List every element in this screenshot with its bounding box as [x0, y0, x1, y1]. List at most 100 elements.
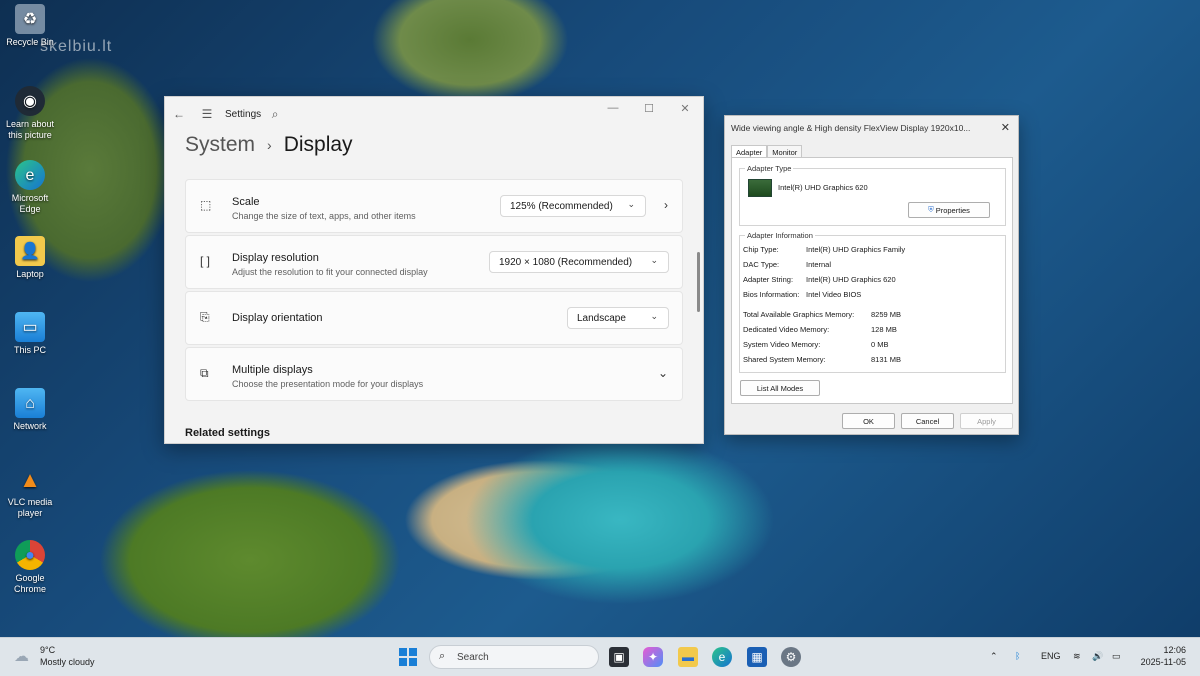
maximize-button[interactable]: ☐ — [631, 97, 667, 119]
vlc-cone-icon: ▲ — [19, 466, 41, 492]
cloud-icon[interactable]: ☁ — [14, 647, 34, 665]
info-label: Bios Information: — [743, 290, 800, 299]
volume-icon[interactable]: 🔊 — [1092, 651, 1103, 662]
desktop-icon-chrome[interactable]: ● Google Chrome — [4, 540, 56, 595]
settings-gear-icon[interactable]: ⚙ — [781, 647, 801, 667]
multiple-displays-row[interactable]: ⧉ Multiple displays Choose the presentat… — [185, 347, 683, 401]
desktop-icon-vlc[interactable]: ▲ VLC media player — [4, 464, 56, 519]
network-icon: ⌂ — [15, 388, 45, 418]
bluetooth-icon[interactable]: ᛒ — [1015, 651, 1020, 661]
chrome-icon: ● — [15, 540, 45, 570]
info-label: Adapter String: — [743, 275, 794, 284]
scale-subtitle: Change the size of text, apps, and other… — [232, 211, 416, 221]
desktop-icon-label: Laptop — [16, 269, 44, 279]
chevron-down-icon[interactable]: ⌄ — [658, 366, 668, 380]
clock[interactable]: 12:06 2025-11-05 — [1141, 644, 1186, 668]
desktop-icon-label: VLC media player — [7, 497, 53, 518]
search-placeholder: Search — [457, 652, 489, 663]
desktop-icon-label: Google Chrome — [13, 573, 46, 594]
scale-dropdown[interactable]: 125% (Recommended) ⌄ — [500, 195, 646, 217]
search-icon[interactable]: ⌕ — [261, 107, 289, 122]
edge-icon: e — [15, 160, 45, 190]
minimize-button[interactable]: — — [595, 97, 631, 119]
settings-window: ← ☰ Settings ⌕ — ☐ ✕ System › Display ⬚ … — [164, 96, 704, 444]
desktop-icon-learn-about-picture[interactable]: ◉ Learn about this picture — [4, 86, 56, 141]
chevron-right-icon: › — [267, 137, 272, 153]
language-indicator[interactable]: ENG — [1041, 651, 1061, 661]
apply-button[interactable]: Apply — [960, 413, 1013, 429]
recycle-bin-icon: ♻ — [15, 4, 45, 34]
list-all-modes-button[interactable]: List All Modes — [740, 380, 820, 396]
adapter-properties-dialog: Wide viewing angle & High density FlexVi… — [724, 115, 1019, 435]
scale-row: ⬚ Scale Change the size of text, apps, a… — [185, 179, 683, 233]
close-icon[interactable]: ✕ — [1001, 121, 1010, 134]
page-title: Display — [283, 133, 353, 156]
file-explorer-icon[interactable]: ▬ — [678, 647, 698, 667]
desktop-icon-label: Recycle Bin — [6, 37, 54, 47]
task-view-icon[interactable]: ▣ — [609, 647, 629, 667]
windows-logo-pane — [399, 658, 407, 666]
desktop-icon-label: Learn about this picture — [5, 119, 55, 140]
multiple-displays-icon: ⧉ — [200, 366, 209, 380]
info-label: DAC Type: — [743, 260, 780, 269]
scrollbar[interactable] — [697, 252, 700, 312]
desktop-icon-this-pc[interactable]: ▭ This PC — [4, 312, 56, 356]
scale-value: 125% (Recommended) — [510, 200, 613, 212]
desktop-icon-network[interactable]: ⌂ Network — [4, 388, 56, 432]
orientation-value: Landscape — [577, 312, 626, 324]
battery-icon[interactable]: ▭ — [1112, 651, 1121, 662]
display-resolution-row: [ ] Display resolution Adjust the resolu… — [185, 235, 683, 289]
related-settings-heading: Related settings — [185, 427, 270, 439]
memory-label: Total Available Graphics Memory: — [743, 310, 855, 319]
breadcrumb-system[interactable]: System — [185, 133, 255, 157]
info-value: Intel(R) UHD Graphics 620 — [806, 275, 896, 284]
resolution-icon: [ ] — [200, 254, 211, 268]
hamburger-menu-icon[interactable]: ☰ — [193, 107, 221, 121]
chevron-down-icon: ⌄ — [627, 199, 635, 209]
search-icon: ⌕ — [439, 650, 446, 662]
properties-button-label: Properties — [935, 205, 970, 215]
desktop-icon-label: This PC — [13, 345, 46, 355]
scale-icon: ⬚ — [200, 198, 212, 212]
memory-value: 128 MB — [871, 325, 897, 334]
desktop-icon-label: Network — [13, 421, 47, 431]
info-value: Intel Video BIOS — [806, 290, 862, 299]
resolution-value: 1920 × 1080 (Recommended) — [499, 256, 633, 268]
close-button[interactable]: ✕ — [667, 97, 703, 119]
weather-desc[interactable]: Mostly cloudy — [40, 657, 95, 667]
wifi-icon[interactable]: ≋ — [1073, 651, 1081, 662]
resolution-dropdown[interactable]: 1920 × 1080 (Recommended) ⌄ — [489, 251, 669, 273]
multiple-displays-title: Multiple displays — [232, 364, 313, 376]
chevron-down-icon: ⌄ — [650, 255, 658, 265]
start-button[interactable] — [399, 648, 417, 666]
graphics-card-icon — [748, 179, 772, 197]
settings-app-label: Settings — [225, 108, 262, 120]
window-controls: — ☐ ✕ — [595, 97, 703, 119]
properties-button[interactable]: ⛨ Properties — [908, 202, 990, 218]
chevron-up-icon[interactable]: ⌃ — [990, 651, 998, 662]
store-icon[interactable]: ▦ — [747, 647, 767, 667]
info-label: Chip Type: — [743, 245, 779, 254]
weather-temp[interactable]: 9°C — [40, 645, 55, 655]
orientation-dropdown[interactable]: Landscape ⌄ — [567, 307, 669, 329]
cancel-button[interactable]: Cancel — [901, 413, 954, 429]
taskbar: ☁ 9°C Mostly cloudy ⌕ Search ▣ ✦ ▬ e ▦ ⚙… — [0, 637, 1200, 676]
clock-date: 2025-11-05 — [1140, 657, 1186, 667]
copilot-icon[interactable]: ✦ — [643, 647, 663, 667]
taskbar-search[interactable]: ⌕ Search — [429, 645, 599, 669]
desktop-icon-edge[interactable]: e Microsoft Edge — [4, 160, 56, 215]
windows-logo-pane — [409, 648, 417, 656]
desktop-icon-laptop[interactable]: 👤 Laptop — [4, 236, 56, 280]
chevron-right-icon[interactable]: › — [664, 198, 668, 212]
desktop-icon-recycle-bin[interactable]: ♻ Recycle Bin — [4, 4, 56, 48]
display-orientation-row: ⎘ Display orientation Landscape ⌄ — [185, 291, 683, 345]
back-arrow-icon[interactable]: ← — [165, 107, 193, 121]
edge-icon[interactable]: e — [712, 647, 732, 667]
adapter-panel: Adapter Type Intel(R) UHD Graphics 620 ⛨… — [731, 157, 1013, 404]
info-value: Internal — [806, 260, 832, 269]
ok-button[interactable]: OK — [842, 413, 895, 429]
orientation-title: Display orientation — [232, 312, 323, 324]
shield-icon: ⛨ — [928, 205, 934, 214]
memory-value: 0 MB — [871, 340, 889, 349]
adapter-name: Intel(R) UHD Graphics 620 — [778, 183, 868, 192]
